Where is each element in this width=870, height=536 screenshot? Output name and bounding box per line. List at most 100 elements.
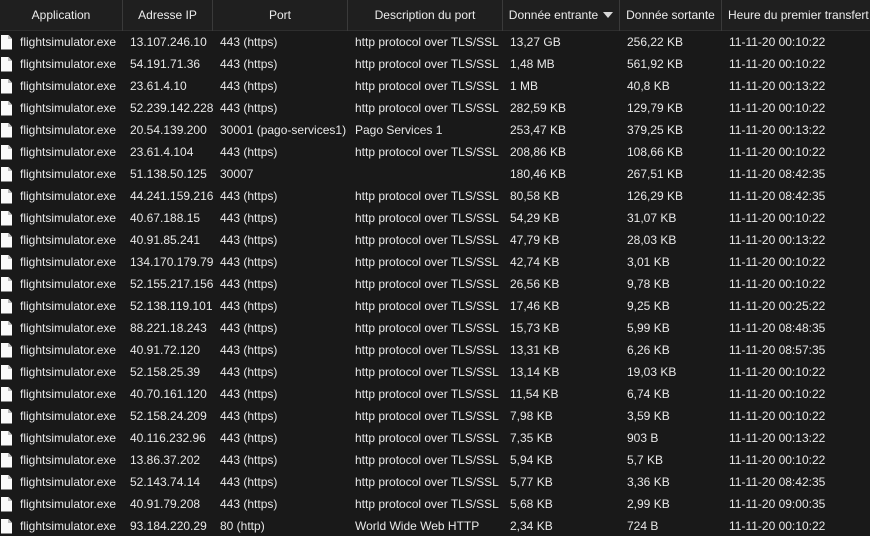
cell-time: 11-11-20 00:10:22	[729, 387, 826, 401]
cell-application: flightsimulator.exe	[0, 449, 123, 471]
cell-time: 11-11-20 00:10:22	[729, 145, 826, 159]
cell-incoming: 13,31 KB	[510, 343, 560, 357]
cell-ip: 52.158.24.209	[130, 409, 207, 423]
column-header-port[interactable]: Port	[213, 0, 348, 31]
cell-incoming: 13,27 GB	[510, 35, 561, 49]
table-row[interactable]: flightsimulator.exe 13.107.246.10 443 (h…	[0, 31, 870, 53]
cell-time: 11-11-20 00:13:22	[729, 431, 826, 445]
cell-application: flightsimulator.exe	[0, 471, 123, 493]
cell-port: 443 (https)	[220, 343, 278, 357]
application-name: flightsimulator.exe	[20, 343, 117, 357]
table-row[interactable]: flightsimulator.exe 52.239.142.228 443 (…	[0, 97, 870, 119]
file-icon	[1, 144, 12, 160]
file-icon	[1, 496, 12, 512]
column-header-incoming[interactable]: Donnée entrante	[503, 0, 620, 31]
cell-description: http protocol over TLS/SSL	[355, 277, 499, 291]
column-header-ip[interactable]: Adresse IP	[123, 0, 213, 31]
cell-description: http protocol over TLS/SSL	[355, 189, 499, 203]
file-icon	[1, 518, 12, 534]
table-row[interactable]: flightsimulator.exe 40.70.161.120 443 (h…	[0, 383, 870, 405]
cell-port: 443 (https)	[220, 101, 278, 115]
cell-description: http protocol over TLS/SSL	[355, 79, 499, 93]
cell-ip: 40.116.232.96	[130, 431, 206, 445]
table-row[interactable]: flightsimulator.exe 44.241.159.216 443 (…	[0, 185, 870, 207]
cell-application: flightsimulator.exe	[0, 185, 123, 207]
column-header-description[interactable]: Description du port	[348, 0, 503, 31]
cell-time: 11-11-20 00:10:22	[729, 255, 826, 269]
column-header-application[interactable]: Application	[0, 0, 123, 31]
cell-application: flightsimulator.exe	[0, 31, 123, 53]
cell-outgoing: 3,59 KB	[627, 409, 670, 423]
cell-application: flightsimulator.exe	[0, 251, 123, 273]
cell-port: 443 (https)	[220, 497, 278, 511]
cell-incoming: 11,54 KB	[510, 387, 559, 401]
cell-incoming: 2,34 KB	[510, 519, 553, 533]
cell-incoming: 1,48 MB	[510, 57, 555, 71]
cell-outgoing: 9,25 KB	[627, 299, 670, 313]
column-header-outgoing[interactable]: Donnée sortante	[620, 0, 722, 31]
table-row[interactable]: flightsimulator.exe 52.143.74.14 443 (ht…	[0, 471, 870, 493]
table-row[interactable]: flightsimulator.exe 52.158.24.209 443 (h…	[0, 405, 870, 427]
cell-port: 443 (https)	[220, 365, 278, 379]
table-row[interactable]: flightsimulator.exe 40.116.232.96 443 (h…	[0, 427, 870, 449]
file-icon	[1, 34, 12, 50]
cell-outgoing: 3,36 KB	[627, 475, 670, 489]
table-row[interactable]: flightsimulator.exe 13.86.37.202 443 (ht…	[0, 449, 870, 471]
column-header-time[interactable]: Heure du premier transfert	[722, 0, 870, 31]
application-name: flightsimulator.exe	[20, 211, 117, 225]
cell-outgoing: 5,7 KB	[627, 453, 664, 467]
cell-ip: 52.143.74.14	[130, 475, 201, 489]
cell-ip: 20.54.139.200	[130, 123, 207, 137]
file-icon	[1, 188, 12, 204]
application-name: flightsimulator.exe	[20, 123, 117, 137]
file-icon	[1, 210, 12, 226]
file-icon	[1, 408, 12, 424]
cell-port: 443 (https)	[220, 233, 278, 247]
cell-outgoing: 9,78 KB	[627, 277, 670, 291]
column-header-label: Heure du premier transfert	[728, 8, 869, 22]
table-row[interactable]: flightsimulator.exe 52.138.119.101 443 (…	[0, 295, 870, 317]
cell-port: 443 (https)	[220, 255, 278, 269]
cell-port: 443 (https)	[220, 145, 278, 159]
cell-incoming: 5,94 KB	[510, 453, 553, 467]
table-row[interactable]: flightsimulator.exe 40.91.85.241 443 (ht…	[0, 229, 870, 251]
cell-description: Pago Services 1	[355, 123, 443, 137]
cell-port: 30007	[220, 167, 254, 181]
table-row[interactable]: flightsimulator.exe 40.67.188.15 443 (ht…	[0, 207, 870, 229]
file-icon	[1, 320, 12, 336]
table-row[interactable]: flightsimulator.exe 20.54.139.200 30001 …	[0, 119, 870, 141]
column-header-label: Description du port	[374, 8, 476, 22]
cell-ip: 23.61.4.104	[130, 145, 194, 159]
table-row[interactable]: flightsimulator.exe 51.138.50.125 30007 …	[0, 163, 870, 185]
table-row[interactable]: flightsimulator.exe 54.191.71.36 443 (ht…	[0, 53, 870, 75]
table-row[interactable]: flightsimulator.exe 23.61.4.104 443 (htt…	[0, 141, 870, 163]
table-row[interactable]: flightsimulator.exe 134.170.179.79 443 (…	[0, 251, 870, 273]
cell-time: 11-11-20 00:10:22	[729, 35, 826, 49]
cell-time: 11-11-20 00:25:22	[729, 299, 826, 313]
table-row[interactable]: flightsimulator.exe 52.158.25.39 443 (ht…	[0, 361, 870, 383]
cell-port: 443 (https)	[220, 387, 278, 401]
cell-incoming: 42,74 KB	[510, 255, 560, 269]
cell-ip: 52.138.119.101	[130, 299, 213, 313]
cell-time: 11-11-20 00:10:22	[729, 453, 826, 467]
cell-incoming: 208,86 KB	[510, 145, 567, 159]
table-row[interactable]: flightsimulator.exe 52.155.217.156 443 (…	[0, 273, 870, 295]
table-row[interactable]: flightsimulator.exe 93.184.220.29 80 (ht…	[0, 515, 870, 536]
cell-incoming: 5,77 KB	[510, 475, 553, 489]
application-name: flightsimulator.exe	[20, 189, 117, 203]
application-name: flightsimulator.exe	[20, 453, 117, 467]
application-name: flightsimulator.exe	[20, 497, 117, 511]
cell-ip: 54.191.71.36	[130, 57, 201, 71]
table-row[interactable]: flightsimulator.exe 40.91.72.120 443 (ht…	[0, 339, 870, 361]
file-icon	[1, 100, 12, 116]
cell-ip: 40.67.188.15	[130, 211, 201, 225]
table-row[interactable]: flightsimulator.exe 40.91.79.208 443 (ht…	[0, 493, 870, 515]
cell-application: flightsimulator.exe	[0, 97, 123, 119]
cell-ip: 44.241.159.216	[130, 189, 213, 203]
table-row[interactable]: flightsimulator.exe 88.221.18.243 443 (h…	[0, 317, 870, 339]
table-row[interactable]: flightsimulator.exe 23.61.4.10 443 (http…	[0, 75, 870, 97]
cell-description: http protocol over TLS/SSL	[355, 409, 499, 423]
file-icon	[1, 78, 12, 94]
cell-outgoing: 126,29 KB	[627, 189, 684, 203]
application-name: flightsimulator.exe	[20, 79, 117, 93]
